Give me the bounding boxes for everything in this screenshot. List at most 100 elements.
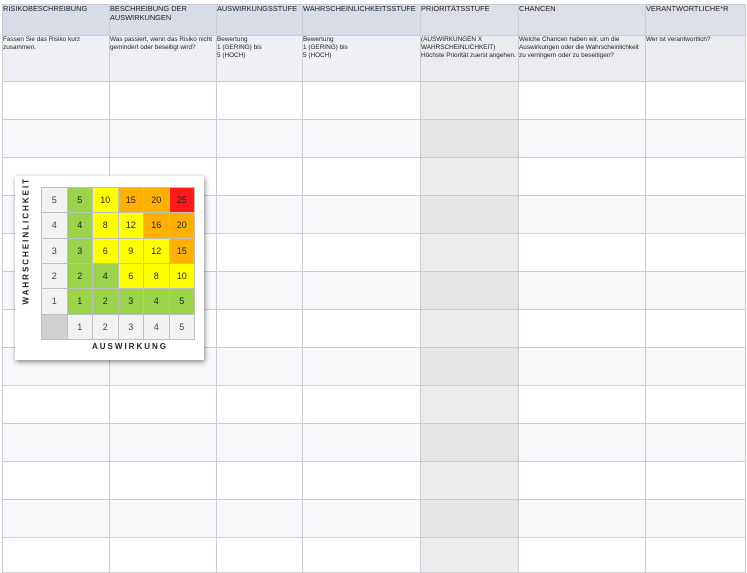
cell-opportunities[interactable] (519, 120, 646, 158)
cell-priority-level[interactable] (421, 348, 519, 386)
matrix-cell: 12 (144, 239, 170, 264)
matrix-likelihood-value: 2 (42, 264, 68, 289)
cell-likelihood-level[interactable] (303, 310, 421, 348)
cell-opportunities[interactable] (519, 500, 646, 538)
cell-impact-level[interactable] (217, 234, 303, 272)
matrix-likelihood-value: 5 (42, 188, 68, 213)
cell-priority-level[interactable] (421, 386, 519, 424)
cell-opportunities[interactable] (519, 310, 646, 348)
cell-likelihood-level[interactable] (303, 158, 421, 196)
matrix-cell: 4 (93, 264, 119, 289)
cell-opportunities[interactable] (519, 462, 646, 500)
cell-impact-level[interactable] (217, 386, 303, 424)
cell-likelihood-level[interactable] (303, 500, 421, 538)
cell-impact-level[interactable] (217, 500, 303, 538)
table-row (3, 120, 746, 158)
cell-likelihood-level[interactable] (303, 348, 421, 386)
table-row (3, 462, 746, 500)
cell-risk-description[interactable] (3, 462, 110, 500)
cell-priority-level[interactable] (421, 424, 519, 462)
cell-opportunities[interactable] (519, 196, 646, 234)
cell-priority-level[interactable] (421, 120, 519, 158)
desc-risk-description: Fassen Sie das Risiko kurz zusammen. (3, 36, 110, 82)
matrix-cell: 12 (119, 213, 145, 238)
matrix-cell: 3 (119, 289, 145, 314)
cell-responsible[interactable] (646, 386, 746, 424)
matrix-impact-value: 4 (144, 315, 170, 340)
cell-priority-level[interactable] (421, 234, 519, 272)
matrix-impact-value: 5 (170, 315, 196, 340)
cell-responsible[interactable] (646, 196, 746, 234)
cell-likelihood-level[interactable] (303, 196, 421, 234)
matrix-cell: 5 (170, 289, 196, 314)
cell-priority-level[interactable] (421, 462, 519, 500)
cell-impact-description[interactable] (110, 500, 217, 538)
cell-responsible[interactable] (646, 348, 746, 386)
cell-opportunities[interactable] (519, 386, 646, 424)
cell-priority-level[interactable] (421, 310, 519, 348)
cell-priority-level[interactable] (421, 82, 519, 120)
cell-opportunities[interactable] (519, 272, 646, 310)
cell-responsible[interactable] (646, 234, 746, 272)
cell-impact-level[interactable] (217, 538, 303, 573)
matrix-cell: 6 (119, 264, 145, 289)
header-likelihood-level: WAHRSCHEINLICHKEITSSTUFE (303, 5, 421, 36)
cell-impact-description[interactable] (110, 386, 217, 424)
cell-impact-level[interactable] (217, 462, 303, 500)
cell-impact-level[interactable] (217, 272, 303, 310)
cell-responsible[interactable] (646, 82, 746, 120)
matrix-likelihood-value: 1 (42, 289, 68, 314)
cell-likelihood-level[interactable] (303, 538, 421, 573)
cell-impact-description[interactable] (110, 120, 217, 158)
cell-likelihood-level[interactable] (303, 120, 421, 158)
table-row (3, 386, 746, 424)
cell-risk-description[interactable] (3, 500, 110, 538)
cell-responsible[interactable] (646, 500, 746, 538)
cell-impact-description[interactable] (110, 538, 217, 573)
cell-impact-description[interactable] (110, 462, 217, 500)
cell-responsible[interactable] (646, 120, 746, 158)
cell-opportunities[interactable] (519, 158, 646, 196)
cell-responsible[interactable] (646, 158, 746, 196)
cell-priority-level[interactable] (421, 158, 519, 196)
cell-impact-level[interactable] (217, 158, 303, 196)
cell-priority-level[interactable] (421, 538, 519, 573)
cell-impact-level[interactable] (217, 424, 303, 462)
cell-impact-level[interactable] (217, 120, 303, 158)
cell-likelihood-level[interactable] (303, 234, 421, 272)
cell-responsible[interactable] (646, 424, 746, 462)
cell-opportunities[interactable] (519, 538, 646, 573)
cell-impact-description[interactable] (110, 82, 217, 120)
matrix-cell: 5 (68, 188, 94, 213)
cell-likelihood-level[interactable] (303, 82, 421, 120)
cell-impact-level[interactable] (217, 348, 303, 386)
cell-priority-level[interactable] (421, 196, 519, 234)
cell-risk-description[interactable] (3, 424, 110, 462)
cell-impact-description[interactable] (110, 424, 217, 462)
desc-likelihood-level: Bewertung 1 (GERING) bis 5 (HOCH) (303, 36, 421, 82)
cell-likelihood-level[interactable] (303, 424, 421, 462)
cell-likelihood-level[interactable] (303, 462, 421, 500)
cell-responsible[interactable] (646, 462, 746, 500)
cell-responsible[interactable] (646, 538, 746, 573)
cell-impact-level[interactable] (217, 310, 303, 348)
cell-responsible[interactable] (646, 310, 746, 348)
cell-opportunities[interactable] (519, 424, 646, 462)
cell-priority-level[interactable] (421, 272, 519, 310)
cell-opportunities[interactable] (519, 234, 646, 272)
cell-likelihood-level[interactable] (303, 272, 421, 310)
cell-risk-description[interactable] (3, 386, 110, 424)
cell-opportunities[interactable] (519, 82, 646, 120)
cell-responsible[interactable] (646, 272, 746, 310)
cell-risk-description[interactable] (3, 538, 110, 573)
cell-risk-description[interactable] (3, 120, 110, 158)
cell-impact-level[interactable] (217, 82, 303, 120)
desc-opportunities: Welche Chancen haben wir, um die Auswirk… (519, 36, 646, 82)
matrix-cell: 3 (68, 239, 94, 264)
cell-opportunities[interactable] (519, 348, 646, 386)
cell-risk-description[interactable] (3, 82, 110, 120)
cell-likelihood-level[interactable] (303, 386, 421, 424)
matrix-cell: 8 (144, 264, 170, 289)
cell-priority-level[interactable] (421, 500, 519, 538)
cell-impact-level[interactable] (217, 196, 303, 234)
